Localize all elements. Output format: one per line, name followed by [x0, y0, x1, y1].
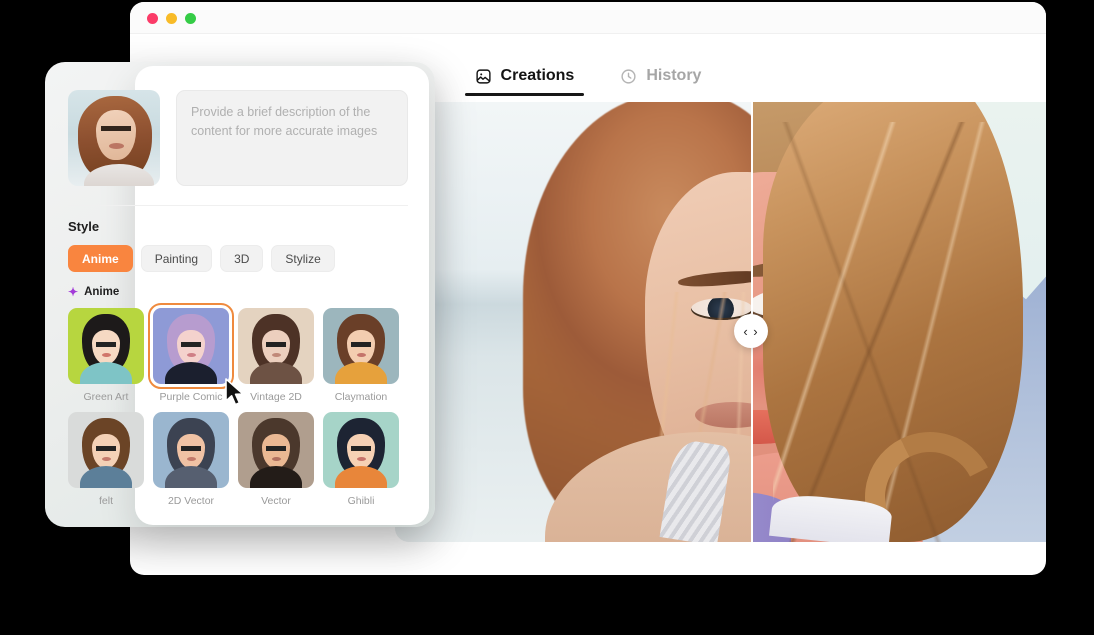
titlebar-divider — [130, 33, 1046, 34]
style-preset-thumbnail — [68, 412, 144, 488]
maximize-window-button[interactable] — [185, 12, 196, 24]
style-preset-2d-vector[interactable]: 2D Vector — [153, 412, 229, 507]
style-preset-label: 2D Vector — [167, 495, 215, 507]
style-category-anime[interactable]: Anime — [68, 245, 133, 272]
style-preset-label: Purple Comic — [159, 391, 223, 403]
style-section-title: Style — [68, 219, 100, 234]
style-preset-label: Ghibli — [347, 495, 375, 507]
style-preset-thumbnail — [68, 308, 144, 384]
style-category-painting-label: Painting — [154, 251, 199, 266]
style-preset-felt[interactable]: felt — [68, 412, 144, 507]
prompt-row: Provide a brief description of the conte… — [68, 90, 408, 186]
window-titlebar — [130, 2, 1046, 34]
style-preset-label: Claymation — [334, 391, 388, 403]
style-subgroup-label: Anime — [84, 286, 120, 298]
comparison-slider-handle[interactable]: ‹ › — [734, 314, 768, 348]
style-preset-label: Vector — [261, 495, 291, 507]
comparison-before-photo — [395, 102, 751, 542]
clock-icon — [620, 68, 637, 85]
style-preset-thumbnail — [323, 308, 399, 384]
style-preset-vintage-2d[interactable]: Vintage 2D — [238, 308, 314, 403]
style-section: Style Anime Painting 3D Stylize ✦ Anime … — [68, 219, 418, 507]
screenshot-stage: Creations History ‹ › Provide a brief de… — [0, 0, 1094, 635]
style-preset-ghibli[interactable]: Ghibli — [323, 412, 399, 507]
style-preset-thumbnail — [148, 303, 234, 389]
tab-creations[interactable]: Creations — [464, 67, 585, 96]
style-preset-label: Vintage 2D — [250, 391, 302, 403]
style-preset-label: Green Art — [83, 391, 129, 403]
style-preset-grid: Green Art Purple Comic Vintage 2D Claymatio… — [68, 303, 418, 507]
style-category-stylize-label: Stylize — [285, 251, 321, 266]
tab-history[interactable]: History — [614, 67, 707, 96]
left-right-chevrons-icon: ‹ › — [743, 323, 759, 339]
style-preset-claymation[interactable]: Claymation — [323, 308, 399, 403]
style-category-painting[interactable]: Painting — [140, 245, 213, 272]
style-category-tabs: Anime Painting 3D Stylize — [68, 245, 418, 272]
style-preset-purple-comic[interactable]: Purple Comic — [148, 303, 234, 403]
style-category-3d-label: 3D — [234, 251, 250, 266]
tab-history-label: History — [646, 67, 702, 84]
style-preset-thumbnail — [153, 412, 229, 488]
style-preset-thumbnail — [323, 412, 399, 488]
sparkle-icon: ✦ — [68, 285, 79, 299]
tab-creations-label: Creations — [500, 67, 575, 84]
style-category-anime-label: Anime — [82, 251, 119, 266]
image-icon — [475, 68, 492, 85]
style-preset-thumbnail — [238, 412, 314, 488]
comparison-after-illustration — [753, 102, 1046, 542]
style-preset-thumbnail — [238, 308, 314, 384]
style-preset-vector[interactable]: Vector — [238, 412, 314, 507]
minimize-window-button[interactable] — [166, 12, 177, 24]
source-image-thumbnail[interactable] — [68, 90, 160, 186]
style-preset-label: felt — [98, 495, 113, 507]
style-preset-green-art[interactable]: Green Art — [68, 308, 144, 403]
close-window-button[interactable] — [147, 12, 158, 24]
prompt-input[interactable]: Provide a brief description of the conte… — [176, 90, 408, 186]
before-after-comparison[interactable]: ‹ › — [395, 102, 1046, 542]
style-subgroup-header: ✦ Anime — [68, 286, 418, 298]
panel-divider — [68, 205, 408, 206]
style-category-3d[interactable]: 3D — [220, 245, 264, 272]
style-category-stylize[interactable]: Stylize — [271, 245, 335, 272]
